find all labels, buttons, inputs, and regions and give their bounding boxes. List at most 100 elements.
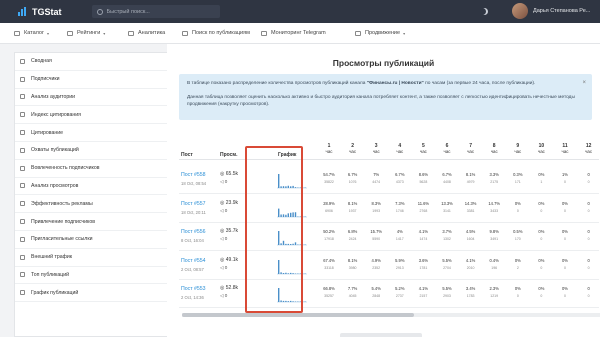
post-date: 18 Oct, 20:11	[181, 209, 206, 215]
nav-promotion[interactable]: Продвижение ▾	[355, 30, 405, 36]
hour-cell: 0% 0	[553, 258, 577, 270]
load-more-button[interactable]	[340, 333, 422, 337]
sidebar-item-acquisition[interactable]: Привлечение подписчиков	[15, 213, 183, 231]
quick-search[interactable]	[91, 5, 220, 18]
sidebar-item-subscribers[interactable]: Подписчики	[15, 71, 183, 89]
trophy-icon	[20, 272, 25, 278]
hour-cell: 8.1% 4979	[459, 172, 483, 184]
hour-percent: 6.7%	[395, 172, 405, 177]
sparkline-bar	[304, 244, 306, 246]
info-alert: × В таблице показано распределение колич…	[179, 74, 592, 120]
sidebar-item-ad-efficiency[interactable]: Эффективность рекламы	[15, 195, 183, 214]
sidebar-item-external-traffic[interactable]: Внешний трафик	[15, 249, 183, 267]
post-link[interactable]: Пост #554	[181, 258, 206, 264]
hour-percent: 5.9%	[395, 257, 405, 263]
hour-unit: час	[537, 149, 545, 154]
top-bar: TGStat Дарья Степанова Ре...	[0, 0, 600, 23]
sidebar-item-top-posts[interactable]: Топ публикаций	[15, 267, 183, 285]
hour-percent: 0%	[562, 200, 568, 206]
hour-percent: 0	[587, 200, 590, 206]
hour-cell: 0% 0	[529, 201, 553, 213]
hour-views: 1604	[466, 237, 475, 242]
hour-cell: 0% 0	[553, 229, 577, 241]
hour-views: 0	[564, 208, 566, 213]
sidebar-item-invite-links[interactable]: Пригласительные ссылки	[15, 231, 183, 249]
sidebar-item-reach[interactable]: Охваты публикаций	[15, 142, 183, 160]
views-count: ◎ 23.9k	[220, 199, 238, 206]
col-views[interactable]: Просм.	[220, 152, 238, 158]
sidebar-item-views-analysis[interactable]: Анализ просмотров	[15, 177, 183, 196]
sidebar-item-label: Пригласительные ссылки	[31, 236, 93, 243]
sidebar-item-audience[interactable]: Анализ аудитории	[15, 89, 183, 107]
heart-icon	[20, 165, 25, 171]
hour-views: 35822	[324, 180, 334, 184]
search-input[interactable]	[106, 8, 207, 15]
col-post[interactable]: Пост	[181, 152, 193, 158]
hour-cell: 4% 1417	[388, 229, 412, 241]
hour-percent: 0%	[538, 229, 545, 235]
post-link[interactable]: Пост #558	[181, 172, 206, 178]
hour-cell: 6.7% 4373	[388, 172, 412, 184]
post-link[interactable]: Пост #553	[181, 286, 206, 292]
user-menu[interactable]: Дарья Степанова Ре...	[512, 3, 599, 19]
sparkline-bar	[304, 273, 306, 274]
nav-analytics[interactable]: Аналитика	[128, 30, 165, 36]
logo-bars-icon	[18, 7, 27, 16]
hour-percent: 54.7%	[323, 172, 335, 177]
hour-percent: 4.5%	[465, 229, 476, 235]
post-link[interactable]: Пост #557	[181, 201, 206, 207]
sidebar-item-post-schedule[interactable]: График публикаций	[15, 284, 183, 303]
hour-views: 0	[587, 180, 590, 184]
sidebar-item-summary[interactable]: Сводная	[15, 53, 183, 71]
hour-views: 2903	[443, 294, 451, 299]
post-date: 8 Oct, 16:04	[181, 238, 204, 244]
hour-percent: 7.7%	[347, 286, 358, 292]
hour-percent: 0%	[514, 200, 521, 206]
hour-views: 3491	[490, 237, 499, 242]
logo[interactable]: TGStat	[18, 7, 62, 17]
hour-percent: 0	[587, 229, 590, 235]
hour-percent: 3.6%	[418, 257, 429, 263]
hour-views: 2352	[372, 265, 381, 270]
hour-percent: 4%	[396, 229, 403, 235]
hour-views: 1302	[443, 237, 451, 242]
moon-icon[interactable]	[481, 8, 488, 15]
hour-views: 2157	[419, 294, 428, 299]
hour-percent: 50.2%	[323, 229, 335, 235]
table-row: Пост #557 18 Oct, 20:11 ◎ 23.9k ◁ 0 28.9% 690…	[179, 195, 599, 223]
info-text-1: В таблице показано распределение количес…	[187, 80, 584, 87]
hour-cell: 5.9% 2913	[388, 258, 412, 270]
sidebar-item-citations[interactable]: Цитирование	[15, 124, 183, 142]
link-icon	[20, 236, 25, 242]
hour-views: 4474	[372, 180, 381, 184]
scrollbar-thumb[interactable]	[182, 313, 414, 317]
nav-ratings[interactable]: Рейтинги ▾	[67, 30, 105, 36]
hour-cell: 2.3% 1219	[482, 286, 506, 298]
nav-catalog-label: Каталог	[24, 30, 44, 36]
close-icon[interactable]: ×	[582, 80, 586, 87]
hour-unit: час	[419, 149, 427, 154]
nav-catalog[interactable]: Каталог ▾	[14, 30, 49, 36]
post-date: 2 Oct, 08:57	[181, 266, 204, 272]
horizontal-scrollbar[interactable]	[182, 313, 600, 317]
hour-unit: час	[585, 149, 593, 154]
sidebar-item-citation-index[interactable]: Индекс цитирования	[15, 106, 183, 125]
table-row: Пост #556 8 Oct, 16:04 ◎ 35.7k ◁ 0 50.2% 1791…	[179, 223, 600, 252]
nav-monitoring[interactable]: Мониторинг Telegram	[261, 30, 326, 36]
post-link[interactable]: Пост #556	[181, 229, 206, 235]
hour-cell: 00	[577, 229, 600, 241]
hour-cell: 0.4% 196	[482, 258, 506, 270]
hour-views: 0	[587, 208, 590, 213]
sidebar-item-engagement[interactable]: Вовлеченность подписчиков	[15, 160, 183, 178]
hour-cell: 66.8% 35257	[317, 286, 341, 298]
hour-cell: 3.6% 1781	[411, 258, 435, 270]
nav-post-search[interactable]: Поиск по публикациям	[182, 30, 250, 36]
hour-views: 171	[514, 180, 521, 184]
hour-cell: 28.9% 6906	[317, 201, 341, 213]
hour-cell: 14.7% 3433	[482, 201, 506, 213]
hour-views: 3433	[490, 208, 499, 213]
hour-percent: 5.4%	[371, 286, 381, 292]
hour-percent: 14.7%	[488, 200, 500, 206]
hour-percent: 3.4%	[465, 286, 476, 292]
hour-cell: 0% 0	[506, 286, 530, 298]
